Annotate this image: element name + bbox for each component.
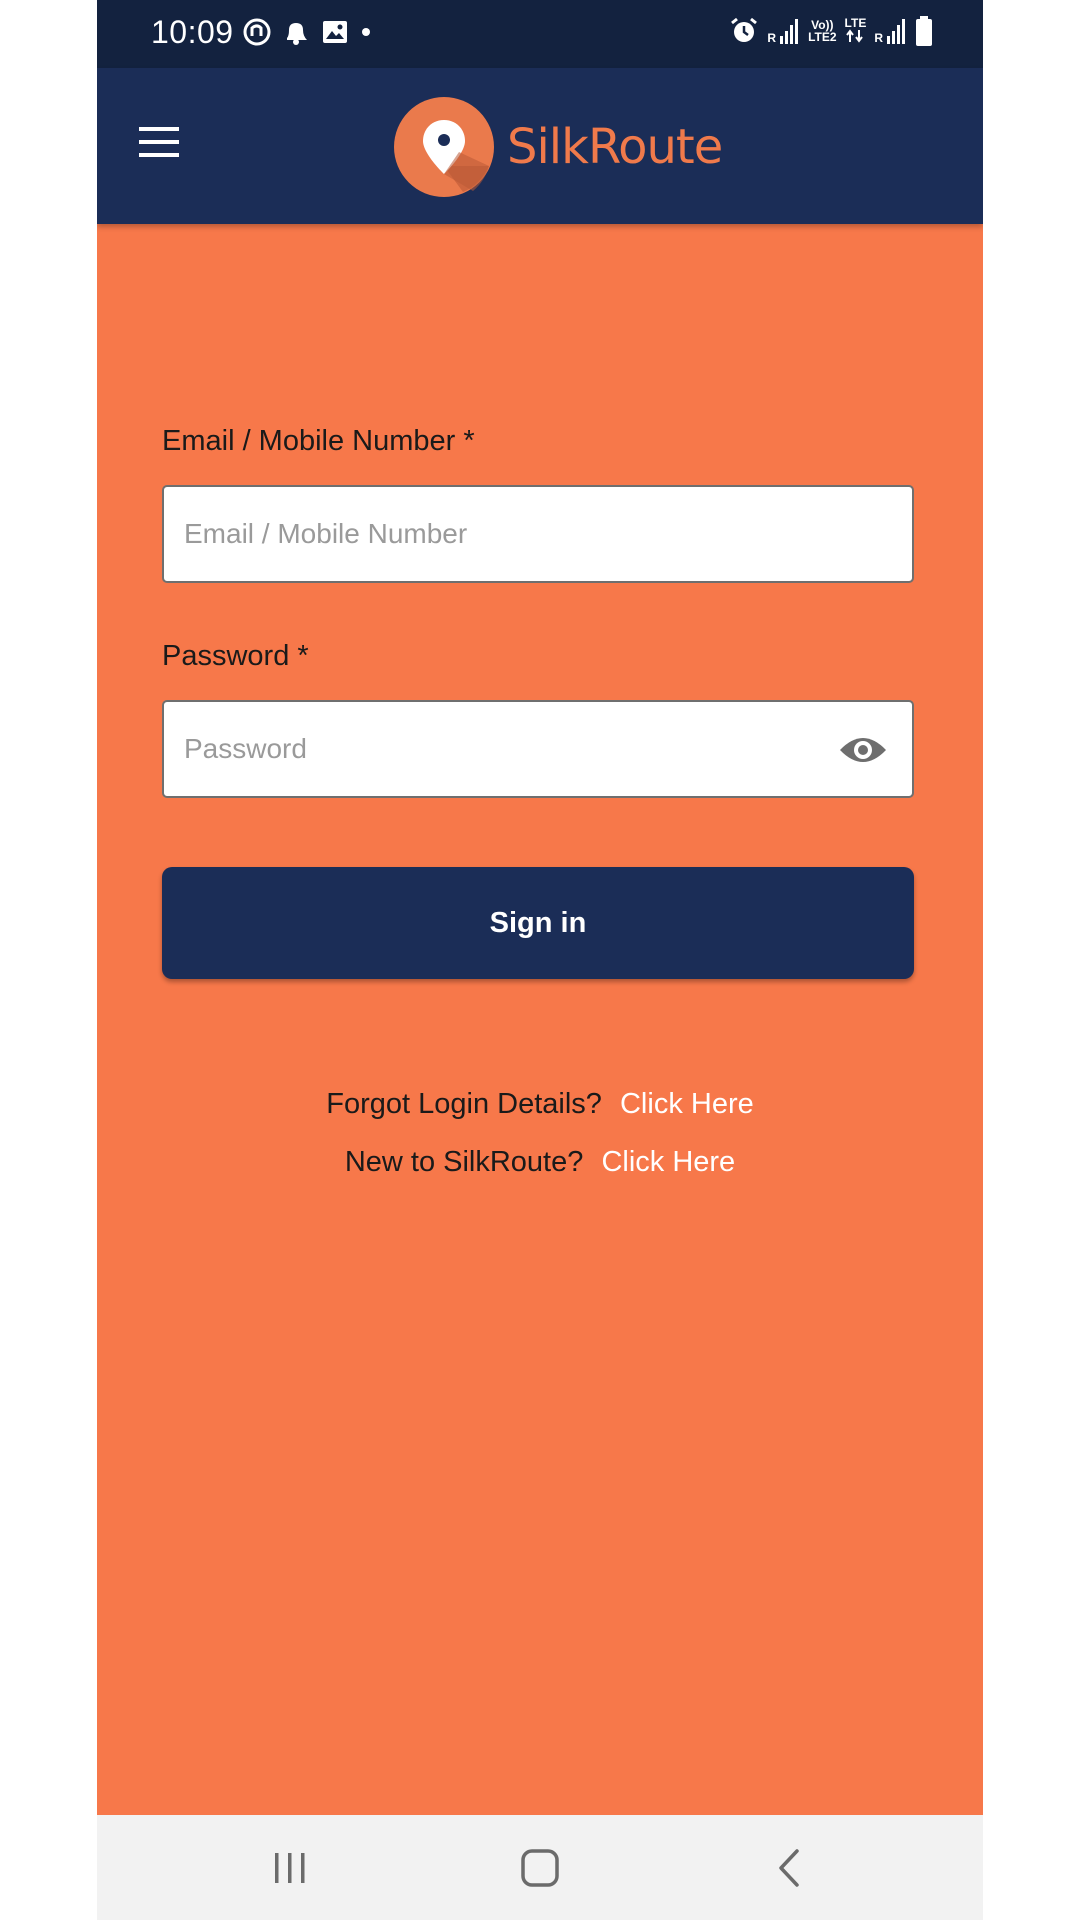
recent-apps-icon[interactable] (265, 1845, 315, 1891)
system-navigation-bar (97, 1815, 983, 1920)
lte-indicator: LTE (845, 17, 866, 45)
bell-notification-icon (287, 23, 307, 45)
email-field-container (162, 485, 914, 583)
status-time: 10:09 (151, 14, 234, 50)
network-roaming-label-2: R (874, 31, 883, 45)
location-pin-logo-icon (394, 97, 494, 197)
password-label: Password * (162, 640, 309, 672)
brand-logo: SilkRoute (393, 96, 723, 198)
signal-bars-icon-2 (887, 19, 905, 44)
app-bar: SilkRoute (97, 68, 983, 224)
password-field-container (162, 700, 914, 798)
home-icon[interactable] (515, 1845, 565, 1891)
brand-name: SilkRoute (507, 119, 723, 175)
new-user-text: New to SilkRoute? (344, 1146, 584, 1178)
sign-in-button[interactable]: Sign in (162, 867, 914, 979)
system-icons: R Vo)) LTE2 LTE R (729, 16, 933, 46)
more-notifications-dot-icon (362, 28, 370, 36)
notification-icons (243, 18, 373, 46)
signal-strength-icon: R (767, 18, 800, 44)
signal-strength-icon-2: R (874, 18, 907, 44)
alarm-icon (731, 17, 758, 42)
email-label: Email / Mobile Number * (162, 425, 475, 457)
register-link[interactable]: Click Here (601, 1146, 735, 1178)
volte-indicator: Vo)) LTE2 (808, 18, 837, 44)
app-screen: 10:09 R Vo)) LTE2 LTE R SilkRoute Email … (97, 0, 983, 1920)
menu-line (139, 140, 179, 144)
image-icon (323, 21, 347, 43)
network-roaming-label: R (767, 31, 777, 45)
menu-line (139, 127, 179, 131)
new-user-row: New to SilkRoute? Click Here (97, 1146, 983, 1179)
back-icon[interactable] (765, 1845, 815, 1891)
battery-icon (916, 16, 932, 46)
forgot-login-link[interactable]: Click Here (620, 1088, 754, 1120)
data-transfer-arrows-icon (846, 29, 864, 43)
hamburger-menu-button[interactable] (129, 112, 189, 172)
sync-app-icon (243, 18, 271, 46)
show-password-eye-icon[interactable] (838, 732, 888, 768)
email-input[interactable] (184, 487, 824, 581)
forgot-login-row: Forgot Login Details? Click Here (97, 1088, 983, 1121)
signal-bars-icon (780, 19, 799, 44)
forgot-login-text: Forgot Login Details? (326, 1088, 602, 1120)
menu-line (139, 153, 179, 157)
password-input[interactable] (184, 702, 824, 796)
status-bar: 10:09 R Vo)) LTE2 LTE R (97, 0, 983, 68)
